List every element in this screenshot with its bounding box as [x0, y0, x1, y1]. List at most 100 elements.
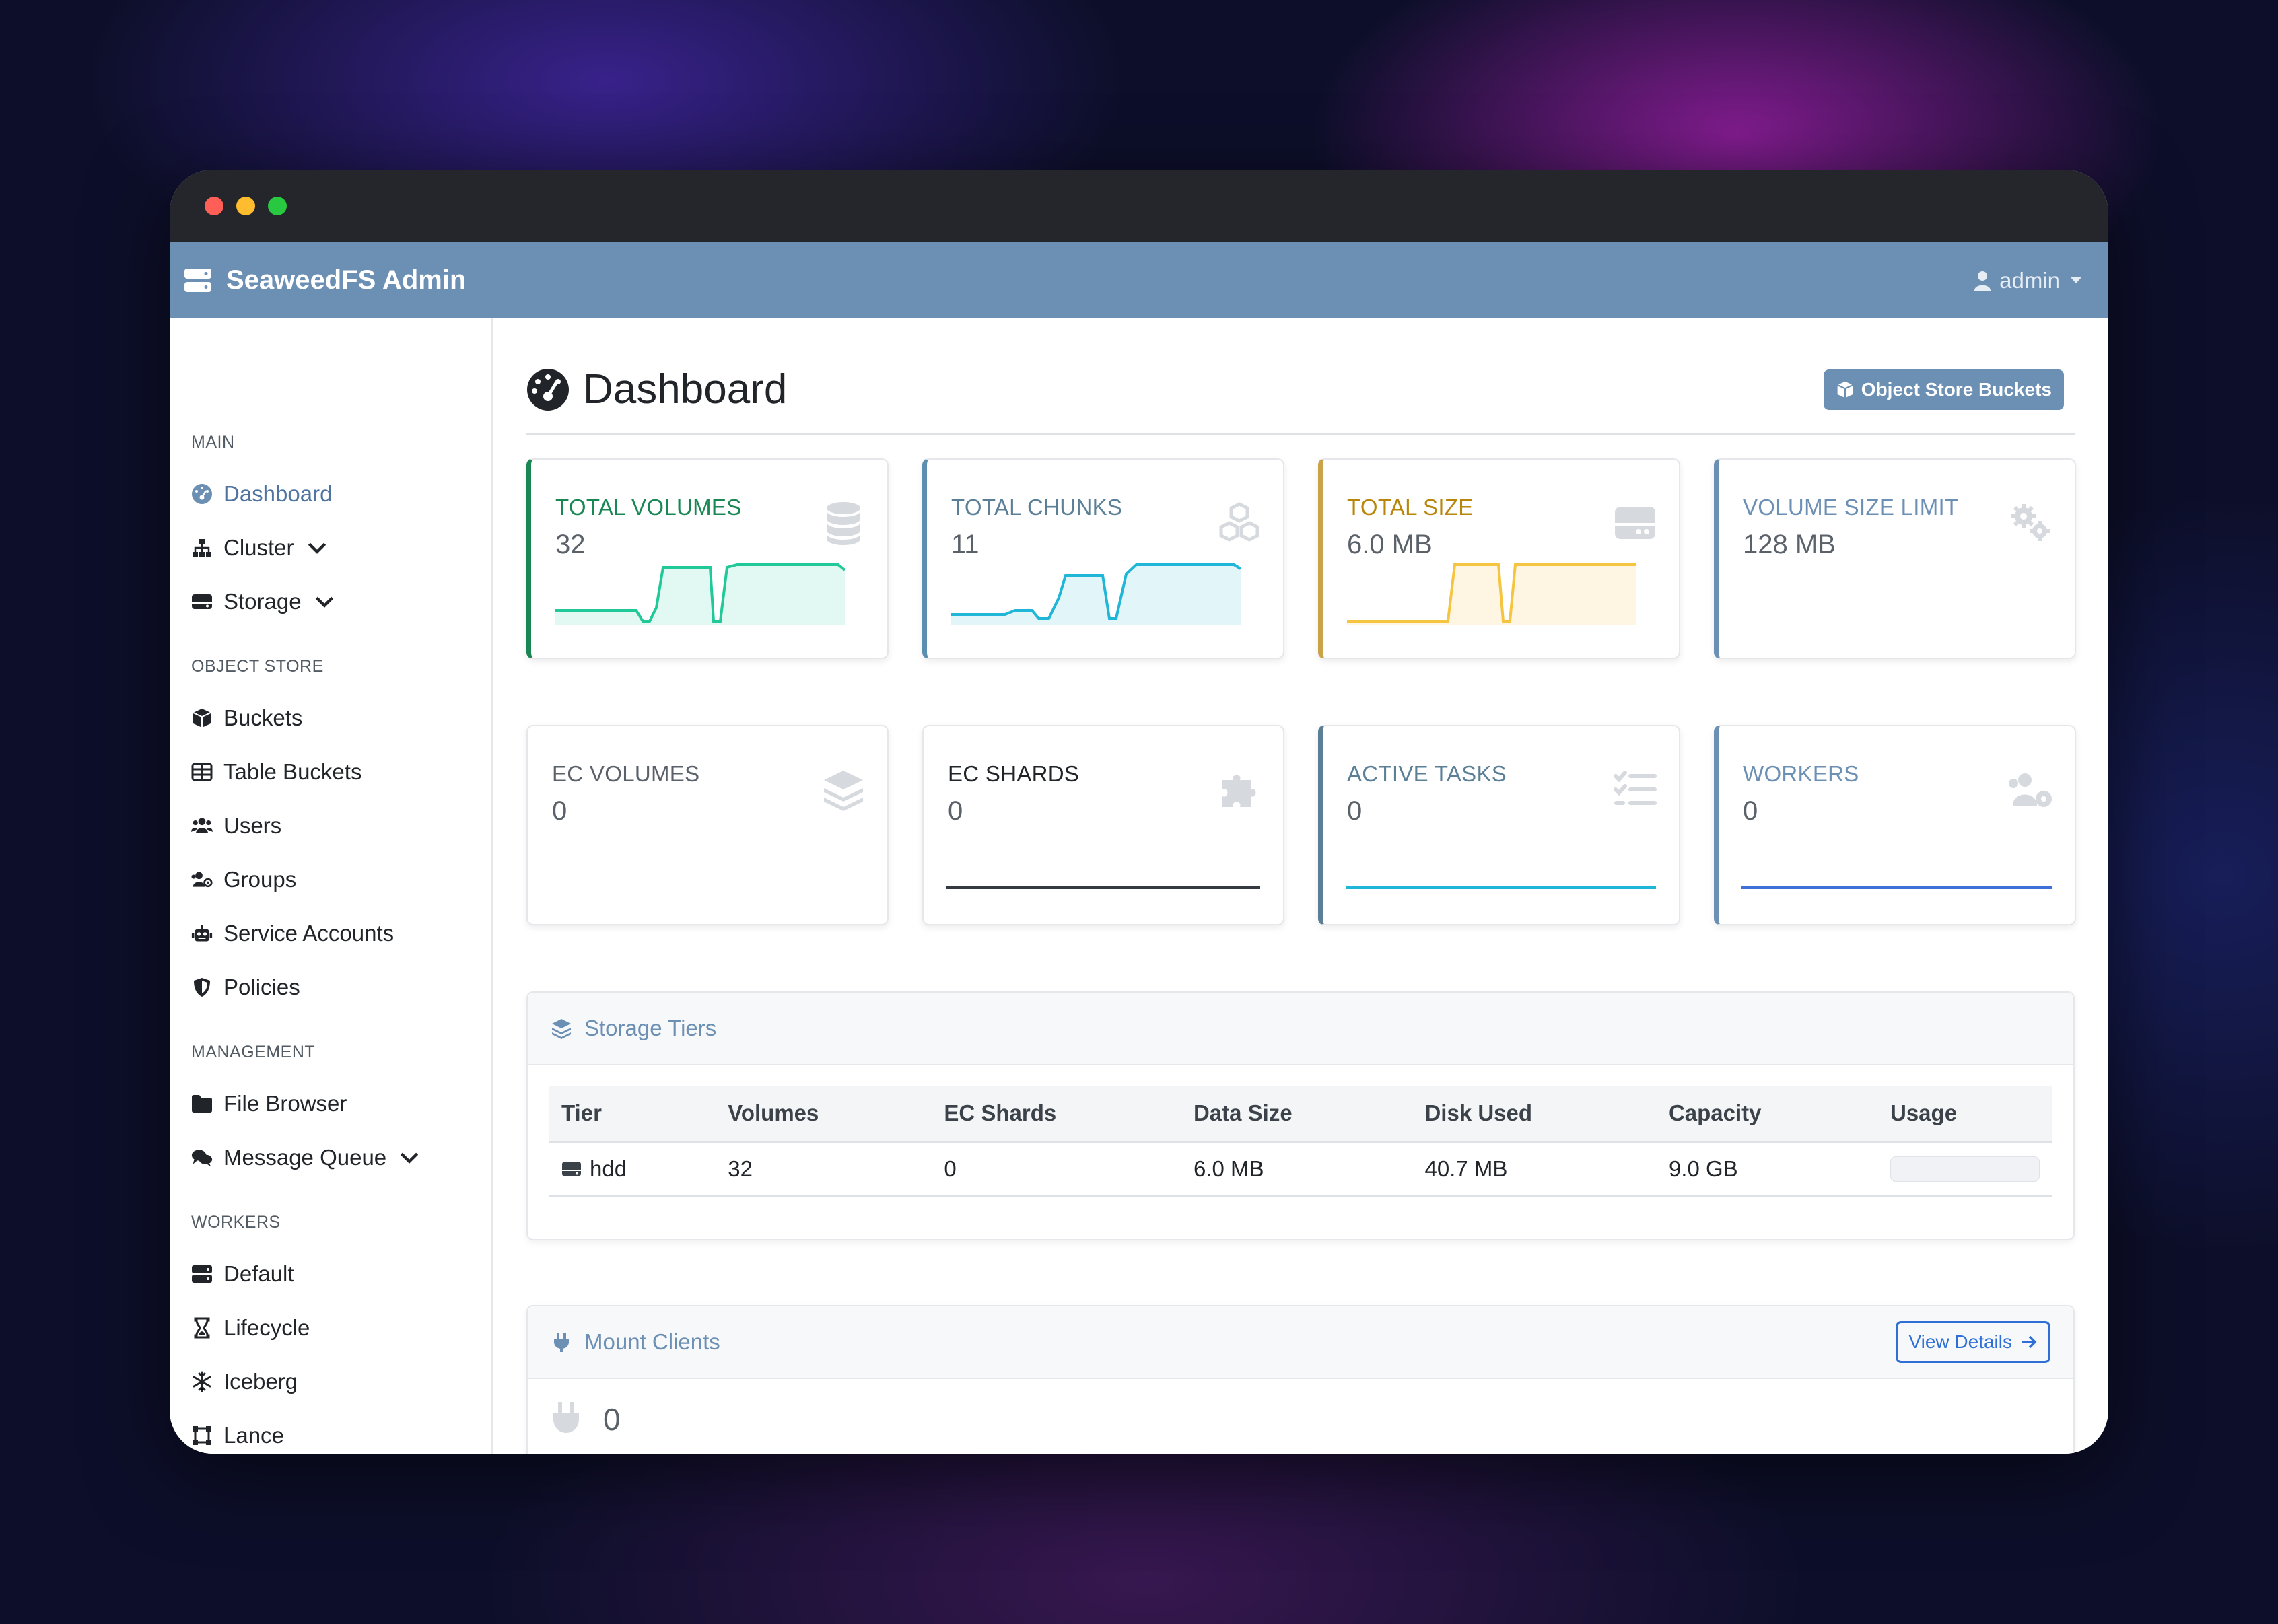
stat-value: 128 MB [1743, 530, 1836, 559]
server-icon [184, 268, 211, 292]
sidebar-item-label: File Browser [223, 1091, 347, 1116]
sidebar-section-main: MAIN [191, 433, 235, 452]
sidebar-item-label: Lance [223, 1423, 284, 1448]
sidebar-item-label: Groups [223, 867, 297, 892]
usage-progress-bar [1890, 1156, 2040, 1182]
stat-value: 0 [1743, 796, 1758, 826]
sidebar-item-file-browser[interactable]: File Browser [191, 1077, 491, 1131]
stat-card-total-size: TOTAL SIZE 6.0 MB [1318, 458, 1680, 659]
sidebar-item-cluster[interactable]: Cluster [191, 521, 491, 575]
sidebar-item-table-buckets[interactable]: Table Buckets [191, 745, 491, 799]
sidebar-item-dashboard[interactable]: Dashboard [191, 467, 491, 521]
sidebar-item-lifecycle[interactable]: Lifecycle [191, 1301, 491, 1355]
sidebar-item-message-queue[interactable]: Message Queue [191, 1131, 491, 1185]
stat-card-total-volumes: TOTAL VOLUMES 32 [526, 458, 889, 659]
plug-icon [553, 1401, 579, 1433]
comments-icon [191, 1150, 213, 1167]
mount-clients-header: Mount Clients View Details [528, 1306, 2073, 1379]
object-store-buckets-label: Object Store Buckets [1861, 378, 2052, 400]
chunks-sparkline [951, 563, 1241, 625]
vector-square-icon [193, 1426, 211, 1445]
sidebar-item-label: Lifecycle [223, 1315, 310, 1340]
storage-tiers-panel: Storage Tiers Tier Volumes EC Shards Dat… [526, 991, 2075, 1240]
mount-clients-title-text: Mount Clients [584, 1329, 720, 1354]
stat-value: 6.0 MB [1347, 530, 1433, 559]
stat-value: 32 [555, 530, 586, 559]
mount-clients-panel: Mount Clients View Details 0 [526, 1304, 2075, 1454]
sidebar-item-label: Users [223, 813, 282, 838]
sidebar-item-label: Default [223, 1261, 294, 1286]
caret-down-icon [2071, 277, 2081, 283]
disk-used-cell: 40.7 MB [1412, 1142, 1657, 1197]
brand-title: SeaweedFS Admin [226, 265, 467, 295]
user-menu[interactable]: admin [1972, 268, 2081, 293]
folder-icon [192, 1095, 212, 1113]
sidebar-item-lance[interactable]: Lance [191, 1409, 491, 1454]
tier-name: hdd [590, 1156, 627, 1181]
stat-label: VOLUME SIZE LIMIT [1743, 495, 1959, 520]
column-header: Disk Used [1412, 1086, 1657, 1143]
stat-card-active-tasks: ACTIVE TASKS 0 [1318, 725, 1680, 925]
minimize-window-button[interactable] [236, 197, 255, 215]
usage-cell [1878, 1142, 2052, 1197]
users-icon [191, 818, 213, 833]
sidebar-item-users[interactable]: Users [191, 799, 491, 853]
column-header: EC Shards [932, 1086, 1181, 1143]
chevron-down-icon [308, 542, 326, 554]
sidebar-item-buckets[interactable]: Buckets [191, 691, 491, 745]
sidebar-item-label: Message Queue [223, 1145, 387, 1170]
close-window-button[interactable] [205, 197, 223, 215]
sidebar-item-label: Buckets [223, 705, 303, 730]
hdd-icon [1615, 507, 1655, 539]
stats-row-primary: TOTAL VOLUMES 32 TOTAL CHUNKS 11 TOTAL S… [526, 458, 2076, 659]
users-cog-icon [2009, 773, 2052, 807]
sidebar-item-service-accounts[interactable]: Service Accounts [191, 907, 491, 960]
stats-row-secondary: EC VOLUMES 0 EC SHARDS 0 ACTIVE TASKS 0 [526, 725, 2076, 925]
chevron-down-icon [315, 596, 333, 608]
storage-tiers-title: Storage Tiers [551, 1016, 716, 1041]
sidebar-item-policies[interactable]: Policies [191, 960, 491, 1014]
sidebar-item-storage[interactable]: Storage [191, 575, 491, 629]
stat-label: ACTIVE TASKS [1347, 761, 1507, 786]
sidebar-item-label: Storage [223, 589, 302, 614]
sidebar-item-groups[interactable]: Groups [191, 853, 491, 907]
view-details-label: View Details [1908, 1331, 2012, 1352]
page-title: Dashboard [526, 365, 787, 413]
stat-card-volume-size-limit: VOLUME SIZE LIMIT 128 MB [1714, 458, 2076, 659]
tier-cell: hdd [549, 1142, 716, 1197]
mount-clients-summary: 0 [528, 1379, 2073, 1454]
cube-icon [1836, 381, 1853, 398]
stat-label: EC VOLUMES [552, 761, 700, 786]
sidebar-item-label: Cluster [223, 535, 294, 560]
plug-icon [554, 1332, 569, 1352]
sidebar: MAIN Dashboard Cluster Storage OBJECT ST… [170, 318, 493, 1454]
sidebar-item-label: Policies [223, 975, 300, 999]
workers-sparkline [1741, 886, 2052, 889]
dashboard-icon [192, 484, 212, 504]
data-size-cell: 6.0 MB [1181, 1142, 1413, 1197]
snowflake-icon [193, 1371, 211, 1392]
maximize-window-button[interactable] [268, 197, 287, 215]
shield-icon [194, 978, 210, 997]
object-store-buckets-button[interactable]: Object Store Buckets [1823, 369, 2064, 410]
cube-icon [193, 709, 211, 728]
sidebar-item-default[interactable]: Default [191, 1247, 491, 1301]
layer-group-icon [552, 1019, 571, 1039]
user-icon [1974, 271, 1991, 291]
stat-value: 0 [948, 796, 963, 826]
sidebar-item-label: Table Buckets [223, 759, 362, 784]
size-sparkline [1347, 563, 1636, 625]
stat-card-ec-shards: EC SHARDS 0 [922, 725, 1284, 925]
cubes-icon [1219, 502, 1259, 542]
main-content: Dashboard Object Store Buckets TOTAL VOL… [493, 318, 2108, 1454]
brand-link[interactable]: SeaweedFS Admin [184, 265, 466, 295]
cogs-icon [2011, 504, 2050, 541]
stat-label: TOTAL SIZE [1347, 495, 1474, 520]
tachometer-icon [527, 368, 569, 411]
storage-tiers-header: Storage Tiers [528, 993, 2073, 1065]
sidebar-item-iceberg[interactable]: Iceberg [191, 1355, 491, 1409]
stat-label: TOTAL VOLUMES [555, 495, 742, 520]
username: admin [1999, 267, 2060, 293]
stat-value: 0 [1347, 796, 1362, 826]
view-details-button[interactable]: View Details [1896, 1320, 2050, 1363]
